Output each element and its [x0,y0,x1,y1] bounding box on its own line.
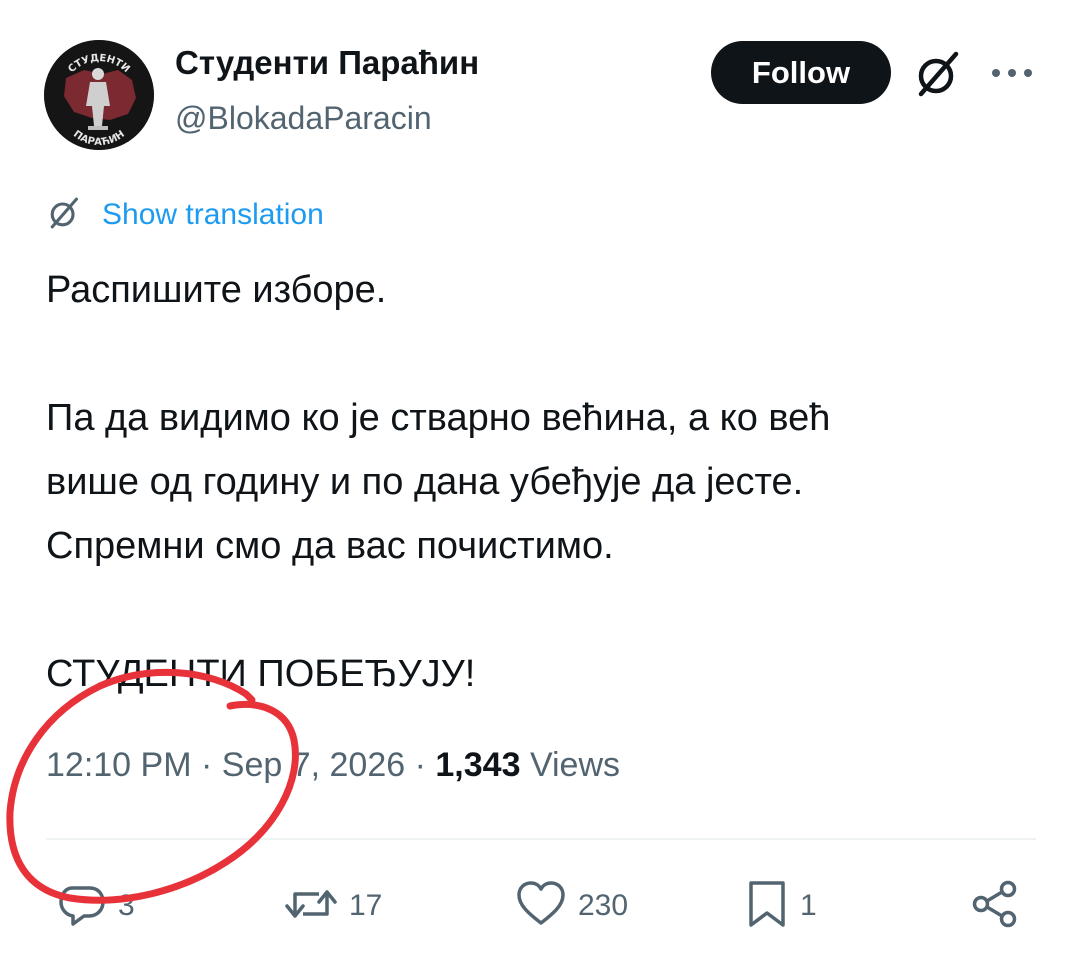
author-handle[interactable]: @BlokadaParacin [175,100,432,137]
tweet-line: Распишите изборе. [46,269,387,311]
tweet-line: СТУДЕНТИ ПОБЕЂУЈУ! [46,653,476,695]
repost-button[interactable]: 17 [283,878,382,934]
bookmark-button[interactable]: 1 [744,878,817,934]
repost-count: 17 [349,889,383,922]
follow-button[interactable]: Follow [711,41,891,104]
tweet-time[interactable]: 12:10 PM [46,746,192,784]
divider [46,838,1036,840]
tweet-date[interactable]: Sep 7, 2026 [222,746,405,784]
grok-icon[interactable] [912,48,964,100]
tweet-meta: 12:10 PM · Sep 7, 2026 · 1,343 Views [46,746,620,785]
bookmark-icon [744,878,790,935]
author-display-name[interactable]: Студенти Параћин [175,44,479,82]
bookmark-count: 1 [800,889,817,922]
like-count: 230 [578,889,629,922]
tweet-text: Распишите изборе. Па да видимо ко је ств… [46,258,1046,706]
share-button[interactable] [968,878,1022,934]
tweet-line: Па да видимо ко је стварно већина, а ко … [46,397,831,439]
heart-icon [514,878,568,935]
meta-separator: · [414,746,426,784]
reply-count: 3 [118,889,135,922]
tweet-line: Спремни смо да вас почистимо. [46,525,614,567]
reply-icon [56,878,108,935]
like-button[interactable]: 230 [514,878,628,934]
views-count: 1,343 [435,746,521,784]
more-options-icon[interactable] [988,55,1036,91]
show-translation-label: Show translation [102,198,324,231]
grok-translate-icon [46,195,82,236]
show-translation-link[interactable]: Show translation [46,194,324,236]
views-label: Views [529,746,621,784]
repost-icon [283,878,339,935]
share-icon [968,877,1022,936]
avatar[interactable]: СТУДЕНТИ ПАРАЋИН [44,40,154,150]
meta-separator: · [200,746,213,784]
tweet-line: више од годину и по дана убеђује да јест… [46,461,804,503]
reply-button[interactable]: 3 [56,878,135,934]
